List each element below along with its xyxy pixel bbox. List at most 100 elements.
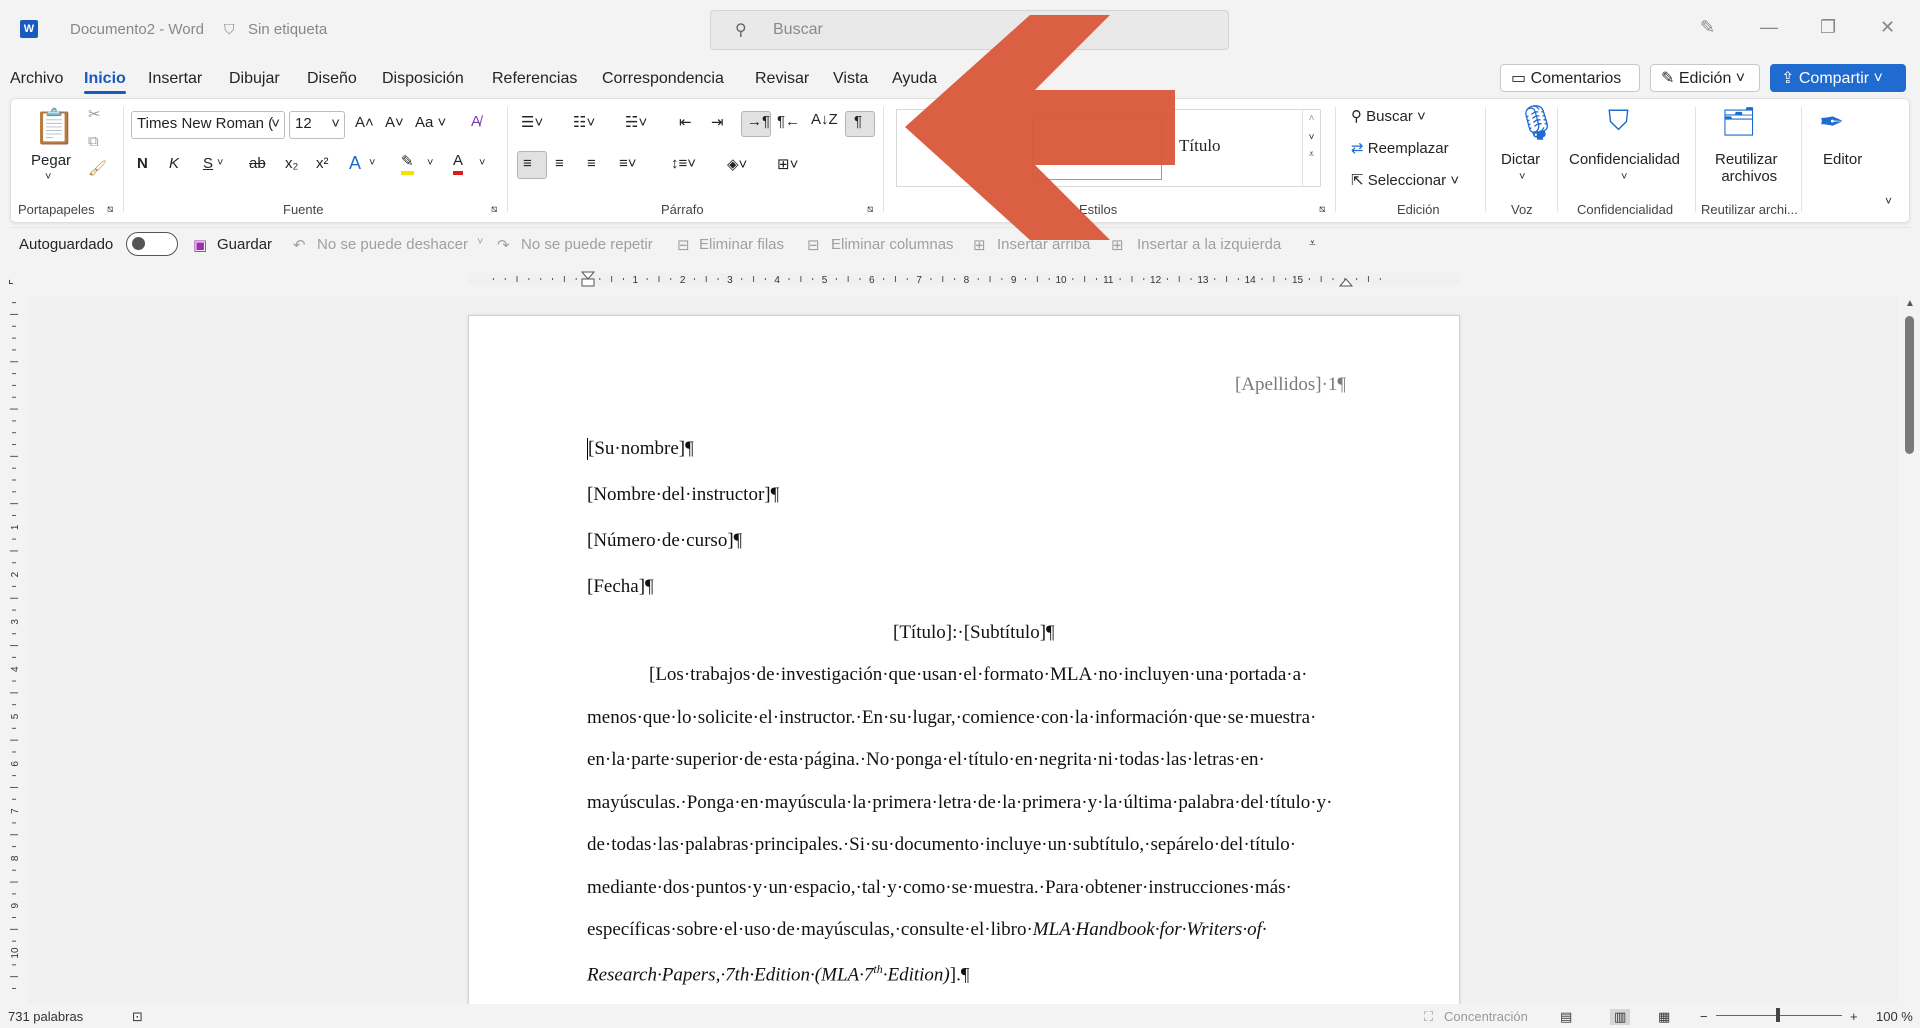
body-line[interactable]: menos·que·lo·solicite·el·instructor.·En·… <box>587 707 1316 729</box>
restore-button[interactable]: ❐ <box>1820 17 1836 38</box>
cut-icon[interactable]: ✂ <box>88 105 101 123</box>
reuse-files-icon[interactable]: 🗂 <box>1721 105 1757 138</box>
font-size-box[interactable]: 12 ˅ <box>289 111 345 139</box>
subscript-button[interactable]: x₂ <box>285 155 298 172</box>
author-line[interactable]: [Su·nombre]¶ <box>587 438 694 460</box>
shield-icon[interactable]: ⛉ <box>224 21 235 38</box>
body-line[interactable]: mayúsculas.·Ponga·en·mayúscula·la·primer… <box>587 792 1332 814</box>
format-painter-icon[interactable]: 🖌 <box>88 159 107 177</box>
save-button[interactable]: Guardar <box>217 236 272 253</box>
copy-icon[interactable]: ⧉ <box>88 133 99 150</box>
tab-revisar[interactable]: Revisar <box>755 70 809 88</box>
undo-button[interactable]: No se puede deshacer <box>317 236 468 253</box>
strikethrough-button[interactable]: ab <box>249 155 266 172</box>
designer-icon[interactable]: ✎ <box>1700 17 1715 38</box>
indent-marker[interactable] <box>580 271 596 287</box>
shrink-font-icon[interactable]: A˅ <box>385 114 404 131</box>
justify-icon[interactable]: ≡˅ <box>619 155 637 172</box>
shading-icon[interactable]: ◈˅ <box>727 155 747 173</box>
chevron-down-icon[interactable]: ˅ <box>217 157 223 169</box>
body-line[interactable]: Research·Papers,·7th·Edition·(MLA·7th·Ed… <box>587 962 969 986</box>
reuse-files-button[interactable]: Reutilizar archivos <box>1715 151 1778 185</box>
tab-inicio[interactable]: Inicio <box>84 70 126 94</box>
change-case-button[interactable]: Aa ˅ <box>415 114 446 131</box>
body-line[interactable]: mediante·dos·puntos·y·un·espacio,·tal·y·… <box>587 877 1292 899</box>
scroll-thumb[interactable] <box>1905 316 1914 454</box>
instructor-line[interactable]: [Nombre·del·instructor]¶ <box>587 484 779 506</box>
print-layout-icon[interactable]: ▥ <box>1610 1009 1631 1025</box>
delete-columns-icon[interactable]: ⊟ <box>807 236 820 254</box>
style-title-tile[interactable]: Título <box>1179 136 1221 156</box>
vertical-ruler[interactable]: 1 2 3 4 5 6 7 8 9 10 <box>0 300 28 1000</box>
italic-button[interactable]: K <box>169 155 179 172</box>
customize-qat-icon[interactable]: ⩡ <box>1309 236 1316 251</box>
tab-disposicion[interactable]: Disposición <box>382 70 464 88</box>
focus-icon[interactable]: ⛶ <box>1424 1009 1433 1025</box>
sort-icon[interactable]: A↓Z <box>811 111 838 128</box>
rtl-icon[interactable]: ¶← <box>777 113 800 130</box>
zoom-level[interactable]: 100 % <box>1876 1009 1913 1024</box>
redo-icon[interactable]: ↷ <box>497 236 510 254</box>
bold-button[interactable]: N <box>137 155 148 172</box>
tab-diseno[interactable]: Diseño <box>307 70 357 88</box>
underline-button[interactable]: S <box>203 155 213 172</box>
increase-indent-icon[interactable]: ⇥ <box>711 113 724 131</box>
replace-button[interactable]: ⇄ Reemplazar <box>1351 139 1449 157</box>
share-button[interactable]: ⇪ Compartir ˅ <box>1770 64 1906 92</box>
text-effects-icon[interactable]: A <box>349 153 361 174</box>
delete-rows-button[interactable]: Eliminar filas <box>699 236 784 253</box>
font-name-box[interactable]: Times New Roman ( ˅ <box>131 111 285 139</box>
chevron-down-icon[interactable]: ˅ <box>45 171 51 183</box>
chevron-down-icon[interactable]: ˅ <box>477 236 483 248</box>
highlight-icon[interactable]: ✎ <box>401 153 414 175</box>
word-count[interactable]: 731 palabras <box>8 1009 83 1024</box>
sensitivity-label[interactable]: Sin etiqueta <box>248 21 327 38</box>
comments-button[interactable]: ▭ Comentarios <box>1500 64 1640 92</box>
scroll-up-icon[interactable]: ▲ <box>1905 298 1915 309</box>
superscript-button[interactable]: x² <box>316 155 329 172</box>
accessibility-icon[interactable]: ⊡ <box>132 1009 143 1025</box>
chevron-down-icon[interactable]: ˅ <box>1519 171 1525 183</box>
focus-mode-button[interactable]: Concentración <box>1444 1009 1528 1024</box>
align-center-icon[interactable]: ≡ <box>555 155 564 172</box>
line-spacing-icon[interactable]: ↕≡˅ <box>671 155 696 172</box>
body-line[interactable]: de·todas·las·palabras·principales.·Si·su… <box>587 834 1296 856</box>
align-right-icon[interactable]: ≡ <box>587 155 596 172</box>
numbering-icon[interactable]: ☷˅ <box>573 113 595 131</box>
close-button[interactable]: ✕ <box>1880 17 1895 38</box>
course-line[interactable]: [Número·de·curso]¶ <box>587 530 742 552</box>
horizontal-ruler[interactable]: 1 2 3 4 5 6 7 8 9 10 11 12 13 14 15 <box>468 270 1460 288</box>
document-page[interactable]: [Apellidos]·1¶ [Su·nombre]¶ [Nombre·del·… <box>468 315 1460 1028</box>
dialog-launcher-icon[interactable]: ⧅ <box>867 204 873 215</box>
dialog-launcher-icon[interactable]: ⧅ <box>491 204 497 215</box>
body-line[interactable]: en·la·parte·superior·de·esta·página.·No·… <box>587 749 1265 771</box>
multilevel-list-icon[interactable]: ☵˅ <box>625 113 647 131</box>
bullets-icon[interactable]: ☰˅ <box>521 113 543 131</box>
borders-icon[interactable]: ⊞˅ <box>777 155 798 173</box>
editor-button[interactable]: Editor <box>1823 151 1862 168</box>
decrease-indent-icon[interactable]: ⇤ <box>679 113 692 131</box>
find-button[interactable]: ⚲ Buscar ˅ <box>1351 107 1426 125</box>
paste-button[interactable]: Pegar <box>31 152 71 169</box>
editing-mode-button[interactable]: ✎ Edición ˅ <box>1650 64 1760 92</box>
vertical-scrollbar[interactable]: ▲ <box>1900 296 1920 1004</box>
editor-icon[interactable]: ✒ <box>1819 105 1844 140</box>
save-icon[interactable]: ▣ <box>193 236 207 254</box>
chevron-down-icon[interactable]: ˅ <box>1621 171 1627 183</box>
redo-button[interactable]: No se puede repetir <box>521 236 653 253</box>
tab-selector-icon[interactable]: ⌞ <box>8 272 14 286</box>
page-header[interactable]: [Apellidos]·1¶ <box>1235 374 1346 396</box>
tab-referencias[interactable]: Referencias <box>492 70 577 88</box>
dialog-launcher-icon[interactable]: ⧅ <box>107 204 113 215</box>
chevron-down-icon[interactable]: ˅ <box>427 157 433 169</box>
zoom-out-button[interactable]: − <box>1700 1009 1708 1024</box>
align-left-button[interactable] <box>517 151 547 179</box>
sensitivity-icon[interactable]: ⛉ <box>1608 105 1629 138</box>
tab-dibujar[interactable]: Dibujar <box>229 70 280 88</box>
document-title-line[interactable]: [Título]:·[Subtítulo]¶ <box>893 622 1055 644</box>
microphone-icon[interactable]: 🎙 <box>1515 103 1558 143</box>
styles-scroll[interactable]: ˄ ˅ ⩡ <box>1302 110 1320 186</box>
body-line[interactable]: específicas·sobre·el·uso·de·mayúsculas,·… <box>587 919 1267 941</box>
tab-vista[interactable]: Vista <box>833 70 868 88</box>
tab-insertar[interactable]: Insertar <box>148 70 202 88</box>
